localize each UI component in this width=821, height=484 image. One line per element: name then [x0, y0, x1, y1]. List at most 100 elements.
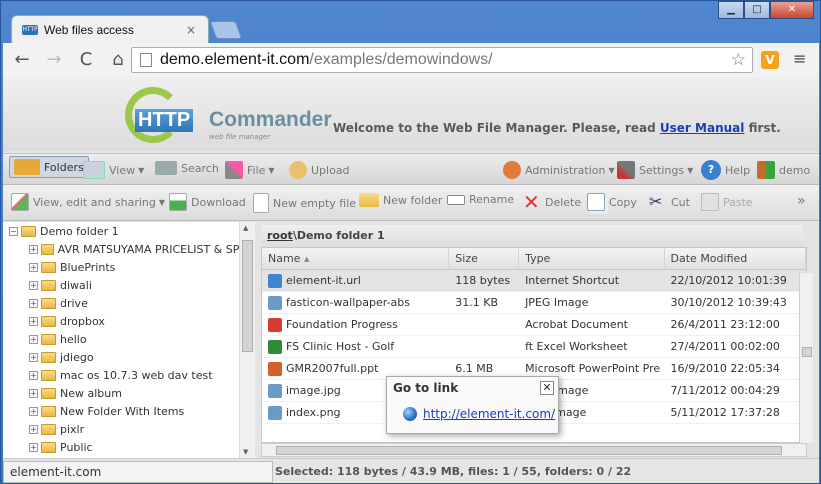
- download-label: Download: [191, 195, 246, 209]
- tree-item-label: Public: [60, 440, 93, 454]
- file-label: File: [247, 163, 266, 177]
- extension-icon[interactable]: V: [761, 51, 779, 69]
- folder-icon: [41, 405, 56, 417]
- column-header-date[interactable]: Date Modified: [665, 248, 807, 269]
- tree-item[interactable]: + Public: [3, 438, 254, 456]
- expand-icon[interactable]: +: [29, 370, 38, 380]
- tree-item[interactable]: + New album: [3, 384, 254, 402]
- logout-demo-button[interactable]: demo: [757, 161, 810, 179]
- expand-icon[interactable]: +: [29, 442, 38, 452]
- reload-button[interactable]: C: [73, 47, 99, 73]
- new-tab-button[interactable]: [209, 21, 243, 39]
- popup-link[interactable]: http://element-it.com/: [423, 407, 555, 421]
- globe-icon: [403, 407, 417, 421]
- tree-item-label: drive: [60, 296, 88, 310]
- expand-icon[interactable]: +: [29, 316, 38, 326]
- folder-icon: [41, 333, 56, 345]
- delete-button[interactable]: ✕ Delete: [523, 192, 581, 212]
- file-size: 118 bytes: [455, 274, 511, 287]
- home-button[interactable]: ⌂: [105, 47, 131, 73]
- grid-hscroll-thumb[interactable]: [276, 446, 782, 455]
- scroll-up-icon[interactable]: ▲: [243, 224, 248, 232]
- grid-vscroll-thumb[interactable]: [802, 347, 812, 357]
- folder-icon: [41, 423, 56, 435]
- search-button[interactable]: Search: [155, 161, 219, 175]
- upload-button[interactable]: Upload: [289, 161, 350, 179]
- file-type-icon: [268, 405, 282, 420]
- browser-tab[interactable]: HTTP Web files access ×: [11, 15, 209, 43]
- expand-icon[interactable]: +: [29, 334, 38, 344]
- copy-button[interactable]: Copy: [587, 193, 637, 211]
- browser-menu-icon[interactable]: ≡: [793, 49, 806, 68]
- column-header-size[interactable]: Size: [449, 248, 520, 269]
- grid-vertical-scrollbar[interactable]: [799, 273, 813, 443]
- tree-item[interactable]: + jdiego: [3, 348, 254, 366]
- tree-item[interactable]: + New Folder With Items: [3, 402, 254, 420]
- file-row[interactable]: Foundation Progress Acrobat Document 26/4/…: [262, 314, 806, 336]
- tree-item[interactable]: + diwali: [3, 276, 254, 294]
- scroll-down-icon[interactable]: ▼: [243, 448, 248, 456]
- collapse-icon[interactable]: −: [9, 226, 18, 236]
- popup-close-button[interactable]: ✕: [540, 381, 554, 395]
- expand-icon[interactable]: +: [29, 244, 38, 254]
- tree-item[interactable]: + AVR MATSUYAMA PRICELIST & SPEC: [3, 240, 254, 258]
- tree-item[interactable]: + BluePrints: [3, 258, 254, 276]
- settings-menu-button[interactable]: Settings ▼: [617, 161, 693, 179]
- new-empty-file-button[interactable]: New empty file: [253, 193, 356, 213]
- administration-menu-button[interactable]: Administration ▼: [503, 161, 615, 179]
- file-menu-button[interactable]: File ▼: [225, 161, 275, 179]
- tree-scrollbar[interactable]: ▲ ▼: [239, 222, 255, 458]
- close-window-button[interactable]: ✕: [770, 1, 814, 19]
- expand-icon[interactable]: +: [29, 280, 38, 290]
- paste-button[interactable]: Paste: [701, 193, 753, 211]
- welcome-suffix: first.: [748, 121, 781, 135]
- column-header-name[interactable]: Name ▲: [262, 248, 450, 269]
- tree-item[interactable]: + drive: [3, 294, 254, 312]
- column-header-type[interactable]: Type: [519, 248, 665, 269]
- file-row[interactable]: fasticon-wallpaper-abs 31.1 KB JPEG Image 3…: [262, 292, 806, 314]
- tree-scroll-thumb[interactable]: [242, 240, 253, 352]
- expand-icon[interactable]: +: [29, 262, 38, 272]
- breadcrumb-root[interactable]: root: [267, 229, 293, 242]
- new-folder-icon: [359, 193, 379, 207]
- view-menu-button[interactable]: View ▼: [83, 161, 144, 179]
- more-toolbar-button[interactable]: »: [797, 193, 806, 209]
- browser-toolbar: ← → C ⌂ demo.element-it.com/examples/dem…: [3, 43, 819, 77]
- grid-horizontal-scrollbar[interactable]: [261, 443, 807, 457]
- expand-icon[interactable]: +: [29, 406, 38, 416]
- status-bar: element-it.com Selected: 118 bytes / 43.…: [3, 458, 819, 483]
- expand-icon[interactable]: +: [29, 388, 38, 398]
- user-manual-link[interactable]: User Manual: [660, 121, 744, 135]
- cut-button[interactable]: ✂ Cut: [649, 193, 690, 211]
- file-row[interactable]: element-it.url 118 bytes Internet Shortcut…: [262, 270, 806, 292]
- tree-item[interactable]: + dropbox: [3, 312, 254, 330]
- minimize-button[interactable]: ▁: [718, 1, 744, 19]
- help-button[interactable]: ? Help: [701, 160, 750, 180]
- forward-button[interactable]: →: [41, 47, 67, 73]
- download-button[interactable]: Download: [169, 193, 246, 211]
- breadcrumb-current: Demo folder 1: [296, 229, 385, 242]
- new-folder-button[interactable]: New folder: [359, 193, 442, 207]
- expand-icon[interactable]: +: [29, 352, 38, 362]
- bookmark-star-icon[interactable]: ☆: [731, 50, 746, 70]
- expand-icon[interactable]: +: [29, 424, 38, 434]
- settings-label: Settings: [639, 163, 685, 177]
- back-button[interactable]: ←: [9, 47, 35, 73]
- window-controls: ▁ □ ✕: [718, 1, 814, 19]
- rename-button[interactable]: Rename: [447, 193, 514, 206]
- http-favicon-icon: HTTP: [22, 24, 38, 35]
- maximize-button[interactable]: □: [744, 1, 770, 19]
- main-toolbar: Folders View ▼ Search File ▼ Upload Admini…: [3, 153, 819, 185]
- breadcrumb: root\Demo folder 1: [261, 225, 803, 247]
- folders-button[interactable]: Folders: [9, 156, 89, 178]
- tab-close-icon[interactable]: ×: [186, 23, 200, 37]
- tree-root[interactable]: − Demo folder 1: [3, 222, 254, 240]
- view-edit-sharing-button[interactable]: View, edit and sharing ▼: [11, 193, 165, 211]
- address-bar[interactable]: demo.element-it.com/examples/demowindows…: [131, 47, 753, 73]
- tree-item[interactable]: + mac os 10.7.3 web dav test: [3, 366, 254, 384]
- tree-item[interactable]: + pixlr: [3, 420, 254, 438]
- tree-item[interactable]: + hello: [3, 330, 254, 348]
- file-row[interactable]: FS Clinic Host - Golf ft Excel Worksheet 2…: [262, 336, 806, 358]
- popup-title: Go to link: [393, 381, 459, 395]
- expand-icon[interactable]: +: [29, 298, 38, 308]
